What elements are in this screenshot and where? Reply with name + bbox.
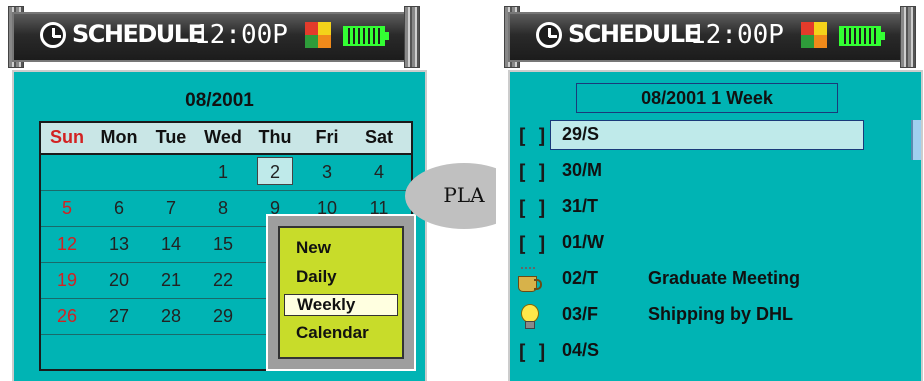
calendar-day[interactable]: 14 <box>145 234 197 255</box>
calendar-day[interactable]: 27 <box>93 306 145 327</box>
menu-item-new[interactable]: New <box>296 238 331 258</box>
calendar-day[interactable]: 5 <box>41 198 93 219</box>
calendar-day[interactable]: 13 <box>93 234 145 255</box>
week-row[interactable]: [ ] 31/T <box>510 190 924 226</box>
battery-icon <box>343 26 389 46</box>
status-icon <box>801 22 827 48</box>
title-bar-right-cap <box>404 6 420 68</box>
calendar-day[interactable]: 21 <box>145 270 197 291</box>
week-row-event: Graduate Meeting <box>648 268 801 288</box>
checkbox-empty-icon[interactable]: [ ] <box>516 160 548 184</box>
calendar-day[interactable]: 6 <box>93 198 145 219</box>
title-bar: SCHEDULE 12:00P <box>496 0 924 70</box>
weekly-screen: SCHEDULE 12:00P 08/2001 1 Week [ ] 29/S … <box>496 0 924 381</box>
calendar-day[interactable]: 7 <box>145 198 197 219</box>
calendar-day-selected[interactable]: 2 <box>249 162 301 183</box>
week-row-date: 01/W <box>562 232 605 252</box>
weekly-content: 08/2001 1 Week [ ] 29/S [ ] 30/M [ ] 31/… <box>508 70 923 381</box>
light-bulb-icon <box>516 301 544 331</box>
calendar-day[interactable]: 19 <box>41 270 93 291</box>
calendar-day[interactable]: 1 <box>197 162 249 183</box>
calendar-day[interactable]: 29 <box>197 306 249 327</box>
coffee-cup-icon <box>515 266 543 294</box>
clock-time: 12:00P <box>194 20 288 50</box>
menu-item-daily[interactable]: Daily <box>296 267 337 287</box>
weekday-wed: Wed <box>204 127 242 147</box>
week-row[interactable]: 03/F Shipping by DHL <box>510 298 924 334</box>
calendar-day[interactable]: 28 <box>145 306 197 327</box>
app-title: SCHEDULE <box>72 20 204 48</box>
battery-icon <box>839 26 885 46</box>
week-row[interactable]: [ ] 30/M <box>510 154 924 190</box>
popup-menu: New Daily Weekly Calendar <box>266 214 416 371</box>
popup-menu-list: New Daily Weekly Calendar <box>278 226 404 359</box>
calendar-week-row: 1 2 3 4 <box>41 155 411 191</box>
title-bar: SCHEDULE 12:00P <box>0 0 428 70</box>
week-row-date: 03/F <box>562 304 599 324</box>
weekday-fri: Fri <box>315 127 339 147</box>
calendar-day[interactable]: 12 <box>41 234 93 255</box>
weekday-thu: Thu <box>258 127 292 147</box>
calendar-day[interactable]: 3 <box>301 162 353 183</box>
week-row-date: 02/T <box>562 268 599 288</box>
weekday-mon: Mon <box>100 127 138 147</box>
week-row-date: 31/T <box>562 196 599 216</box>
status-icon <box>305 22 331 48</box>
calendar-day[interactable]: 22 <box>197 270 249 291</box>
week-row-date: 04/S <box>562 340 600 360</box>
app-title: SCHEDULE <box>568 20 700 48</box>
calendar-day[interactable]: 4 <box>353 162 405 183</box>
week-row-date: 29/S <box>562 124 600 144</box>
calendar-day[interactable]: 26 <box>41 306 93 327</box>
calendar-day[interactable]: 20 <box>93 270 145 291</box>
clock-icon <box>536 22 562 48</box>
checkbox-empty-icon[interactable]: [ ] <box>516 340 548 364</box>
weekday-sun: Sun <box>50 127 84 147</box>
weekday-tue: Tue <box>155 127 187 147</box>
checkbox-empty-icon[interactable]: [ ] <box>516 232 548 256</box>
checkbox-empty-icon[interactable]: [ ] <box>516 124 548 148</box>
week-row[interactable]: [ ] 01/W <box>510 226 924 262</box>
week-row-event: Shipping by DHL <box>648 304 793 324</box>
week-row[interactable]: [ ] 04/S <box>510 334 924 370</box>
week-row-date: 30/M <box>562 160 603 180</box>
calendar-day[interactable]: 8 <box>197 198 249 219</box>
weekday-sat: Sat <box>364 127 393 147</box>
clock-time: 12:00P <box>690 20 784 50</box>
title-bar-right-cap <box>900 6 916 68</box>
menu-item-calendar[interactable]: Calendar <box>296 323 369 343</box>
week-title: 08/2001 1 Week <box>576 83 838 113</box>
clock-icon <box>40 22 66 48</box>
menu-item-weekly[interactable]: Weekly <box>284 294 398 316</box>
calendar-day[interactable]: 15 <box>197 234 249 255</box>
week-row-selected[interactable]: [ ] 29/S <box>510 118 924 154</box>
calendar-month-title: 08/2001 <box>185 90 254 111</box>
calendar-screen: SCHEDULE 12:00P 08/2001 Sun Mon Tue Wed … <box>0 0 428 381</box>
week-row[interactable]: 02/T Graduate Meeting <box>510 262 924 298</box>
weekday-header: Sun Mon Tue Wed Thu Fri Sat <box>41 123 411 155</box>
checkbox-empty-icon[interactable]: [ ] <box>516 196 548 220</box>
